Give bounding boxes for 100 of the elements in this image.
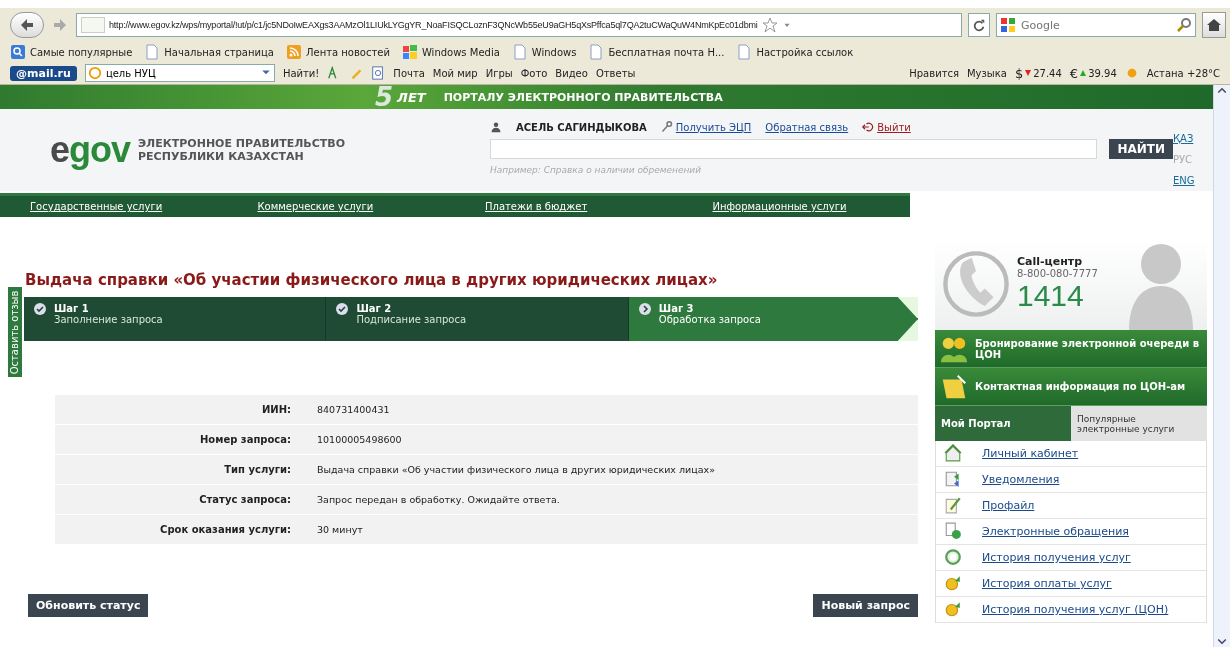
portal-link[interactable]: История получения услуг xyxy=(982,551,1131,564)
step-title: Шаг 1 xyxy=(54,303,90,314)
web-search-field[interactable]: Google xyxy=(996,13,1196,37)
page-title: Выдача справки «Об участии физического лица в других юридических лицах» xyxy=(25,271,719,291)
up-triangle-icon xyxy=(1080,70,1087,76)
exit-icon xyxy=(862,121,875,133)
phone-number: 8-800-080-7777 xyxy=(1017,268,1098,280)
bookmark-item[interactable]: Начальная страница xyxy=(164,46,274,58)
search-button[interactable]: НАЙТИ xyxy=(1109,139,1173,159)
portal-link[interactable]: История получения услуг (ЦОН) xyxy=(982,603,1169,616)
bookmark-item[interactable]: Самые популярные xyxy=(30,46,133,58)
field-label: ИИН: xyxy=(260,404,292,415)
toolbar-link[interactable]: Ответы xyxy=(595,67,636,79)
page-icon xyxy=(511,44,528,60)
toolbar-link[interactable]: Игры xyxy=(485,67,513,79)
nav-link[interactable]: Коммерческие услуги xyxy=(227,196,455,217)
search-hint: Например: Справка о наличии обременений xyxy=(490,165,703,175)
header-link[interactable]: Выйти xyxy=(877,121,911,133)
new-request-button[interactable]: Новый запрос xyxy=(813,594,918,617)
toolbar-link[interactable]: Музыка xyxy=(967,67,1007,79)
banner-label: Контактная информация по ЦОН-ам xyxy=(975,381,1186,393)
portal-link[interactable]: История оплаты услуг xyxy=(982,577,1112,590)
short-number: 1414 xyxy=(1017,279,1085,314)
home-icon xyxy=(1206,17,1222,33)
toolbar-link[interactable]: Фото xyxy=(520,67,548,79)
weather-text: Астана +28°C xyxy=(1146,67,1220,79)
logo-caption: РЕСПУБЛИКИ КАЗАХСТАН xyxy=(138,150,305,163)
user-name: АСЕЛЬ САГИНДЫКОВА xyxy=(516,121,647,133)
bookmark-item[interactable]: Настройка ссылок xyxy=(756,46,854,58)
back-button[interactable] xyxy=(10,12,44,38)
address-field[interactable]: http://www.egov.kz/wps/myportal/!ut/p/c1/jc5NDoIwEAXgs3AAMzOl1LIUkLYGgYR_NoaFISQCLoznF3QNcWb55eU9aGH5qXsPffca5ql7QA2tuCWaQuW4NmKpEc01dbmi xyxy=(76,13,962,37)
toolbar-logo[interactable]: @mail.ru xyxy=(10,65,77,81)
house-icon xyxy=(944,444,962,463)
toolbar-search-field[interactable]: цель НУЦ xyxy=(84,64,275,82)
step-subtitle: Подписание запроса xyxy=(356,314,467,325)
step-subtitle: Заполнение запроса xyxy=(54,314,163,325)
field-value: Запрос передан в обработку. Ожидайте ответа. xyxy=(317,494,560,505)
banner-text: ПОРТАЛУ ЭЛЕКТРОННОГО ПРАВИТЕЛЬСТВА xyxy=(443,90,723,104)
bookmark-item[interactable]: Windows xyxy=(531,46,577,58)
currency-symbol: $ xyxy=(1014,65,1024,81)
header-link[interactable]: Получить ЭЦП xyxy=(675,121,752,133)
field-label: Номер запроса: xyxy=(199,434,292,445)
anniversary-number: 5 xyxy=(375,87,394,107)
down-triangle-icon xyxy=(1025,70,1032,76)
site-logo[interactable]: egov xyxy=(50,129,131,171)
nav-link[interactable]: Государственные услуги xyxy=(0,196,228,217)
nav-link[interactable]: Платежи в бюджет xyxy=(455,196,683,217)
magnifier-page-icon xyxy=(371,66,386,80)
language-link[interactable]: ҚАЗ xyxy=(1173,133,1213,144)
rss-icon xyxy=(285,44,302,60)
sidebar-tab[interactable]: Популярные электронные услуги xyxy=(1071,406,1207,441)
call-center-title: Call-центр xyxy=(1017,255,1084,269)
back-arrow-icon xyxy=(19,17,35,33)
find-button[interactable]: Найти! xyxy=(282,67,320,79)
search-field[interactable] xyxy=(490,139,1098,159)
pencil-paper-icon xyxy=(944,496,962,515)
portal-link[interactable]: Электронные обращения xyxy=(982,525,1129,538)
banner-label: Бронирование электронной очереди в ЦОН xyxy=(975,337,1201,360)
feedback-tab[interactable]: Оставить отзыв xyxy=(8,287,22,377)
search-icon[interactable] xyxy=(1176,17,1192,33)
sidebar-banner[interactable]: Контактная информация по ЦОН-ам xyxy=(935,368,1207,407)
language-link[interactable]: ENG xyxy=(1173,175,1213,186)
portal-link[interactable]: Профайл xyxy=(982,499,1035,512)
field-label: Тип услуги: xyxy=(223,464,292,475)
star-icon xyxy=(761,17,778,33)
page-icon xyxy=(736,44,753,60)
nav-link[interactable]: Информационные услуги xyxy=(682,196,910,217)
page-icon xyxy=(144,44,161,60)
forward-arrow-icon xyxy=(52,17,68,33)
field-value: 30 минут xyxy=(317,524,363,535)
field-value: Выдача справки «Об участии физического лица в других юридических лицах» xyxy=(317,464,715,475)
coin-arrow-icon xyxy=(944,600,962,619)
reload-button[interactable] xyxy=(968,13,990,37)
bookmark-item[interactable]: Бесплатная почта Н... xyxy=(608,46,725,58)
exchange-rate: 39.94 xyxy=(1088,67,1117,79)
home-button[interactable] xyxy=(1202,12,1226,38)
toolbar-link[interactable]: Почта xyxy=(393,67,425,79)
field-label: Статус запроса: xyxy=(198,494,292,505)
toolbar-link[interactable]: Мой мир xyxy=(432,67,478,79)
sidebar-tab[interactable]: Мой Портал xyxy=(935,406,1071,441)
bookmark-item[interactable]: Лента новостей xyxy=(305,46,390,58)
field-label: Срок оказания услуги: xyxy=(159,524,292,535)
windows-flag-icon xyxy=(401,44,418,60)
bookmark-item[interactable]: Windows Media xyxy=(421,46,500,58)
toolbar-link[interactable]: Видео xyxy=(555,67,588,79)
site-favicon-icon xyxy=(81,17,105,33)
portal-link[interactable]: Личный кабинет xyxy=(982,447,1079,460)
page-icon xyxy=(588,44,605,60)
vertical-scrollbar[interactable] xyxy=(1213,85,1230,647)
reload-icon xyxy=(972,18,986,32)
user-icon xyxy=(490,121,502,133)
sidebar-banner[interactable]: Бронирование электронной очереди в ЦОН xyxy=(935,329,1207,369)
toolbar-link[interactable]: Нравится xyxy=(909,67,959,79)
currency-symbol: € xyxy=(1069,65,1079,81)
field-value: 10100005498600 xyxy=(317,434,402,445)
key-icon xyxy=(660,121,673,133)
refresh-status-button[interactable]: Обновить статус xyxy=(28,594,149,617)
portal-link[interactable]: Уведомления xyxy=(982,473,1060,486)
header-link[interactable]: Обратная связь xyxy=(765,121,849,133)
step-subtitle: Обработка запроса xyxy=(658,314,761,325)
